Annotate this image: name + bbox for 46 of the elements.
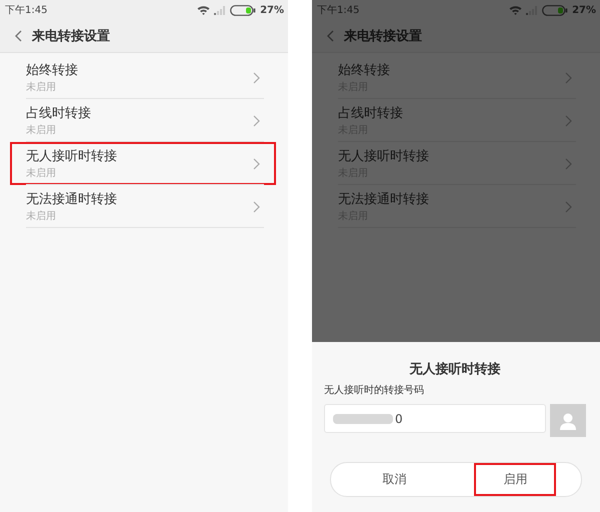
row-status: 未启用: [26, 166, 57, 180]
status-time: 下午1:45: [317, 4, 360, 17]
person-icon: [559, 412, 577, 430]
back-icon[interactable]: [14, 30, 22, 42]
row-title: 无人接听时转接: [338, 148, 429, 165]
row-title: 始终转接: [26, 62, 78, 79]
row-title: 占线时转接: [338, 105, 403, 122]
number-field[interactable]: 0: [324, 404, 546, 433]
battery-icon: [230, 4, 256, 16]
field-label: 无人接听时的转接号码: [324, 384, 425, 397]
chevron-icon: [565, 158, 572, 170]
battery-percent: 27%: [260, 4, 284, 16]
page-title: 来电转接设置: [32, 28, 110, 45]
wifi-icon: [197, 5, 210, 15]
status-time: 下午1:45: [5, 4, 48, 17]
row-title: 无法接通时转接: [26, 191, 117, 208]
settings-row[interactable]: 始终转接 未启用: [10, 56, 276, 99]
signal-icon: [214, 5, 226, 15]
row-status: 未启用: [26, 124, 57, 137]
dialog-button[interactable]: 启用: [474, 463, 556, 496]
row-title: 无法接通时转接: [338, 191, 429, 208]
row-status: 未启用: [26, 210, 57, 223]
row-status: 未启用: [26, 80, 57, 94]
dialog-title: 无人接听时转接: [408, 360, 502, 378]
page-title: 来电转接设置: [344, 28, 422, 45]
chevron-icon: [253, 114, 260, 126]
row-title: 始终转接: [338, 62, 390, 79]
chevron-icon: [565, 72, 572, 84]
row-title: 占线时转接: [26, 105, 91, 122]
chevron-icon: [253, 200, 260, 212]
back-icon[interactable]: [326, 30, 334, 42]
signal-icon: [526, 5, 538, 15]
contact-button[interactable]: [550, 404, 586, 437]
chevron-icon: [253, 72, 260, 84]
settings-row[interactable]: 占线时转接 未启用: [10, 99, 276, 142]
chevron-icon: [565, 200, 572, 212]
chevron-icon: [565, 114, 572, 126]
settings-row[interactable]: 无人接听时转接 未启用: [10, 142, 276, 185]
row-title: 无人接听时转接: [26, 148, 117, 165]
chevron-icon: [253, 158, 260, 170]
battery-icon: [542, 4, 568, 16]
wifi-icon: [509, 5, 522, 15]
blurred-text: [331, 412, 395, 424]
battery-percent: 27%: [572, 4, 596, 16]
dialog-button[interactable]: 取消: [331, 463, 458, 496]
settings-row[interactable]: 无法接通时转接 未启用: [10, 185, 276, 228]
